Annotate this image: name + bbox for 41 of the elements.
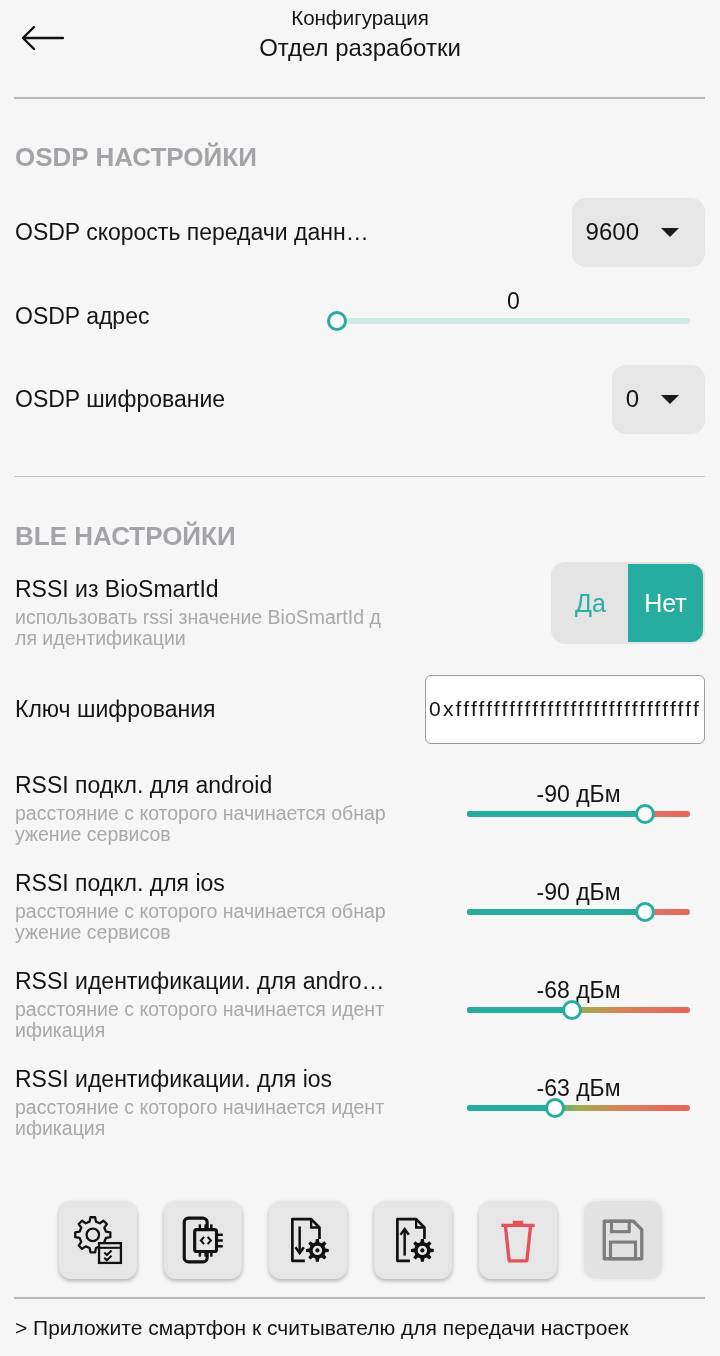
screen-title: Конфигурация (291, 6, 429, 30)
back-button[interactable] (20, 25, 64, 51)
slider-thumb[interactable] (635, 804, 656, 824)
setting-description: расстояние с которого начинается обнаружение сервисов (15, 803, 387, 845)
dropdown[interactable]: 9600 (571, 197, 705, 267)
slider-value: -90 дБм (536, 781, 621, 807)
setting-label: RSSI идентификации. для andro… (15, 967, 386, 995)
setting-description: расстояние с которого начинается идентификация (15, 1097, 386, 1139)
slider-thumb[interactable] (327, 311, 347, 331)
setting-description: использовать rssi значение BioSmartId для идентификации (15, 607, 382, 649)
slider-value: -68 дБм (536, 977, 621, 1003)
document-down-gear-button[interactable] (268, 1201, 347, 1279)
document-up-gear-button[interactable] (373, 1201, 452, 1279)
gear-checklist-button[interactable] (58, 1201, 137, 1279)
caret-icon (661, 227, 679, 237)
delete-button[interactable] (478, 1201, 557, 1279)
slider-thumb[interactable] (545, 1098, 566, 1118)
setting-label: OSDP адрес (15, 302, 150, 330)
status-message: > Приложите смартфон к считывателю для передачи настроек (15, 1314, 629, 1341)
slider-value: -90 дБм (536, 879, 621, 905)
slider-thumb[interactable] (635, 902, 656, 922)
slider-value: -63 дБм (536, 1075, 621, 1101)
screen-subtitle: Отдел разработки (259, 34, 461, 62)
phone-chip-button[interactable] (163, 1201, 242, 1279)
setting-label: OSDP шифрование (15, 385, 226, 413)
section-heading: OSDP НАСТРОЙКИ (15, 142, 258, 172)
key-input-field[interactable]: 0xffffffffffffffffffffffffffffffff (425, 674, 705, 744)
section-heading: BLE НАСТРОЙКИ (15, 521, 237, 551)
dropdown[interactable]: 0 (611, 364, 705, 434)
setting-description: расстояние с которого начинается обнаружение сервисов (15, 901, 387, 943)
setting-label: RSSI из BioSmartId (15, 575, 220, 603)
setting-label: OSDP скорость передачи данн… (15, 218, 369, 246)
caret-icon (661, 394, 679, 404)
setting-label: RSSI подкл. для android (15, 771, 274, 799)
setting-label: RSSI подкл. для ios (15, 869, 226, 897)
setting-label: Ключ шифрования (15, 695, 216, 723)
setting-label: RSSI идентификации. для ios (15, 1065, 334, 1093)
slider-value: 0 (507, 288, 520, 314)
back-arrow-icon (20, 25, 64, 51)
setting-description: расстояние с которого начинается идентификация (15, 999, 386, 1041)
gear-checklist-icon (72, 1215, 123, 1265)
